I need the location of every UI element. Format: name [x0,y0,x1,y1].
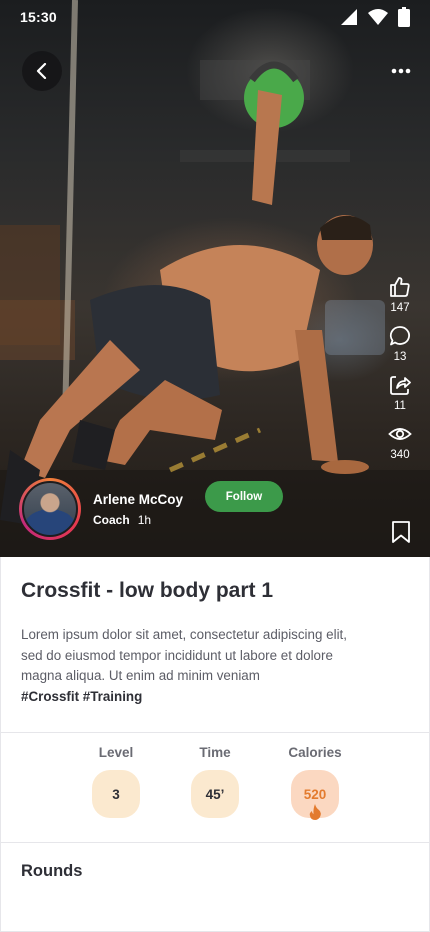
post-title: Crossfit - low body part 1 [21,579,274,602]
post-tags[interactable]: #Crossfit #Training [21,689,142,704]
hero-image: 15:30 147 13 11 340 Arlene McCoy Coach 1… [0,0,430,557]
views-icon [388,428,412,440]
like-count: 147 [390,302,410,314]
stat-value: 3 [92,770,140,818]
battery-icon [398,7,410,27]
stat-calories: Calories 520 [275,745,355,820]
bookmark-icon[interactable] [390,520,412,544]
stat-time: Time 45’ [175,745,255,818]
status-time: 15:30 [20,9,57,25]
follow-button[interactable]: Follow [205,481,283,512]
like-icon [390,277,410,297]
stat-label: Level [98,745,134,760]
chevron-left-icon [36,63,47,79]
stat-label: Time [199,745,231,760]
back-button[interactable] [22,51,62,91]
comment-button[interactable]: 13 [388,324,412,363]
avatar[interactable] [19,478,81,540]
author-block: Arlene McCoy Coach 1h [19,478,183,540]
divider [1,842,430,843]
post-description: Lorem ipsum dolor sit amet, consectetur … [21,625,371,707]
divider [1,732,430,733]
views-indicator: 340 [388,422,412,461]
flame-icon [309,804,321,820]
calories-value: 520 [303,786,327,802]
side-action-rail: 147 13 11 340 [380,275,420,471]
stat-value-calories: 520 [291,770,339,820]
post-time: 1h [137,512,152,527]
share-button[interactable]: 11 [388,373,412,412]
status-bar: 15:30 [0,0,430,34]
athlete-photo [0,0,430,557]
stat-value: 45’ [191,770,239,818]
wifi-icon [368,9,388,25]
views-count: 340 [390,449,410,461]
author-role: Coach [93,512,130,527]
post-details: Crossfit - low body part 1 Lorem ipsum d… [0,557,430,932]
comment-count: 13 [393,351,407,363]
more-dots-icon [391,68,411,74]
author-name[interactable]: Arlene McCoy [93,492,183,507]
rounds-heading: Rounds [21,862,83,880]
stat-label: Calories [288,745,342,760]
more-options-button[interactable] [386,56,416,86]
comment-icon [389,326,410,346]
signal-icon [341,9,357,25]
avatar-image [22,481,78,537]
share-icon [390,376,411,395]
stat-level: Level 3 [76,745,156,818]
like-button[interactable]: 147 [388,275,412,314]
share-count: 11 [394,400,406,412]
post-body-text: Lorem ipsum dolor sit amet, consectetur … [21,627,347,683]
